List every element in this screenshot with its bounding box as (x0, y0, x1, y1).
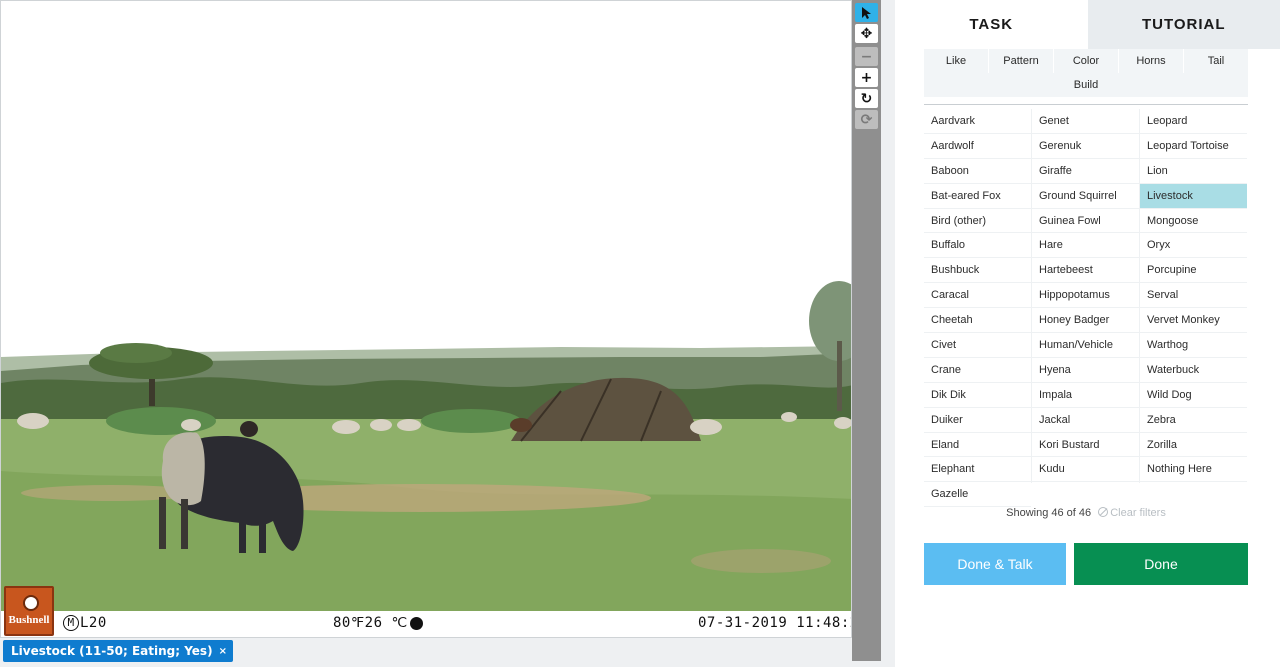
minus-icon: − (860, 48, 873, 65)
choice-bird-other[interactable]: Bird (other) (924, 209, 1031, 234)
species-choice-grid: Aardvark Genet Leopard Aardwolf Gerenuk Leopa… (924, 109, 1248, 508)
choice-caracal[interactable]: Caracal (924, 283, 1031, 309)
choice-duiker[interactable]: Duiker (924, 408, 1031, 433)
filter-horns[interactable]: Horns (1119, 49, 1184, 73)
app-root: M L20 80℉26 ℃ 07-31-2019 11:48:20 Bushnel… (0, 0, 1280, 667)
choice-bat-eared-fox[interactable]: Bat-eared Fox (924, 184, 1031, 209)
characteristic-filters: Like Pattern Color Horns Tail Build (924, 49, 1248, 97)
remove-tag-icon[interactable]: × (219, 646, 227, 657)
choice-honey-badger[interactable]: Honey Badger (1032, 308, 1139, 334)
choice-guinea-fowl[interactable]: Guinea Fowl (1032, 209, 1139, 234)
camera-trap-image (1, 1, 851, 613)
choice-genet[interactable]: Genet (1032, 109, 1139, 134)
pointer-arrow-icon (861, 6, 871, 19)
choice-warthog[interactable]: Warthog (1140, 333, 1247, 358)
annotation-tag-label: Livestock (11-50; Eating; Yes) (11, 644, 213, 658)
camera-model: M L20 (63, 615, 107, 631)
tab-task[interactable]: TASK (895, 0, 1088, 49)
plus-icon: + (860, 69, 873, 86)
choice-nothing-here[interactable]: Nothing Here (1140, 457, 1247, 483)
tab-tutorial[interactable]: TUTORIAL (1087, 0, 1280, 49)
reset-button[interactable]: ⟳ (855, 110, 878, 129)
temperature-readout: 80℉26 ℃ (333, 615, 423, 631)
choice-eland[interactable]: Eland (924, 433, 1031, 458)
refresh-icon: ⟳ (860, 111, 873, 128)
choice-impala[interactable]: Impala (1032, 383, 1139, 408)
moon-phase-icon (409, 616, 423, 630)
choice-buffalo[interactable]: Buffalo (924, 233, 1031, 259)
choice-elephant[interactable]: Elephant (924, 457, 1031, 483)
camera-info-strip: M L20 80℉26 ℃ 07-31-2019 11:48:20 (1, 611, 852, 637)
choice-crane[interactable]: Crane (924, 358, 1031, 383)
choice-baboon[interactable]: Baboon (924, 159, 1031, 184)
filter-like[interactable]: Like (924, 49, 989, 73)
timestamp: 07-31-2019 11:48:20 (698, 615, 852, 631)
annotate-tool-button[interactable] (855, 3, 878, 22)
done-and-talk-button[interactable]: Done & Talk (924, 543, 1066, 585)
filter-color[interactable]: Color (1054, 49, 1119, 73)
choice-porcupine[interactable]: Porcupine (1140, 258, 1247, 284)
done-button[interactable]: Done (1074, 543, 1248, 585)
choice-waterbuck[interactable]: Waterbuck (1140, 358, 1247, 383)
choice-aardvark[interactable]: Aardvark (924, 109, 1031, 134)
results-summary: Showing 46 of 46 Clear filters (924, 507, 1248, 519)
showing-count: Showing 46 of 46 (1006, 507, 1092, 519)
choice-kori-bustard[interactable]: Kori Bustard (1032, 433, 1139, 458)
subject-viewer[interactable]: M L20 80℉26 ℃ 07-31-2019 11:48:20 Bushnel… (0, 0, 852, 638)
filter-pattern[interactable]: Pattern (989, 49, 1054, 73)
choice-hyena[interactable]: Hyena (1032, 358, 1139, 383)
choice-leopard-tortoise[interactable]: Leopard Tortoise (1140, 134, 1247, 159)
zoom-out-button[interactable]: − (855, 47, 878, 66)
choice-livestock[interactable]: Livestock (1140, 183, 1247, 209)
choice-gerenuk[interactable]: Gerenuk (1032, 134, 1139, 159)
choice-hartebeest[interactable]: Hartebeest (1032, 258, 1139, 284)
choice-hippopotamus[interactable]: Hippopotamus (1032, 283, 1139, 309)
choice-wild-dog[interactable]: Wild Dog (1140, 383, 1247, 408)
choice-oryx[interactable]: Oryx (1140, 233, 1247, 259)
choice-lion[interactable]: Lion (1140, 159, 1247, 184)
move-tool-button[interactable]: ✥ (855, 24, 878, 43)
move-arrows-icon: ✥ (860, 25, 873, 42)
filter-row: Like Pattern Color Horns Tail (924, 49, 1248, 73)
annotation-tag[interactable]: Livestock (11-50; Eating; Yes) × (3, 640, 233, 662)
choice-zorilla[interactable]: Zorilla (1140, 433, 1247, 458)
clear-filters-icon (1098, 507, 1109, 517)
choice-vervet-monkey[interactable]: Vervet Monkey (1140, 308, 1247, 334)
clear-filters-link[interactable]: Clear filters (1098, 507, 1166, 519)
choice-human-vehicle[interactable]: Human/Vehicle (1032, 333, 1139, 358)
choice-gazelle[interactable]: Gazelle (924, 482, 1031, 508)
choice-mongoose[interactable]: Mongoose (1140, 209, 1247, 234)
bushnell-logo: Bushnell (4, 586, 54, 636)
choice-civet[interactable]: Civet (924, 333, 1031, 358)
rotate-button[interactable]: ↻ (855, 89, 878, 108)
filters-divider (924, 104, 1248, 105)
choice-cheetah[interactable]: Cheetah (924, 308, 1031, 334)
zoom-in-button[interactable]: + (855, 68, 878, 87)
filter-build[interactable]: Build (924, 73, 1248, 97)
choice-bushbuck[interactable]: Bushbuck (924, 258, 1031, 284)
choice-giraffe[interactable]: Giraffe (1032, 159, 1139, 184)
choice-kudu[interactable]: Kudu (1032, 457, 1139, 483)
filter-row: Build (924, 73, 1248, 97)
choice-serval[interactable]: Serval (1140, 283, 1247, 309)
task-panel: TASK TUTORIAL Like Pattern Color Horns T… (895, 0, 1280, 667)
filter-tail[interactable]: Tail (1184, 49, 1248, 73)
choice-aardwolf[interactable]: Aardwolf (924, 134, 1031, 159)
choice-jackal[interactable]: Jackal (1032, 408, 1139, 433)
rotate-icon: ↻ (860, 90, 873, 107)
choice-ground-squirrel[interactable]: Ground Squirrel (1032, 184, 1139, 209)
choice-dik-dik[interactable]: Dik Dik (924, 383, 1031, 408)
choice-hare[interactable]: Hare (1032, 233, 1139, 259)
panel-tabs: TASK TUTORIAL (895, 0, 1280, 49)
image-toolbar: ✥ − + ↻ ⟳ (852, 0, 881, 661)
choice-leopard[interactable]: Leopard (1140, 109, 1247, 134)
choice-zebra[interactable]: Zebra (1140, 408, 1247, 433)
